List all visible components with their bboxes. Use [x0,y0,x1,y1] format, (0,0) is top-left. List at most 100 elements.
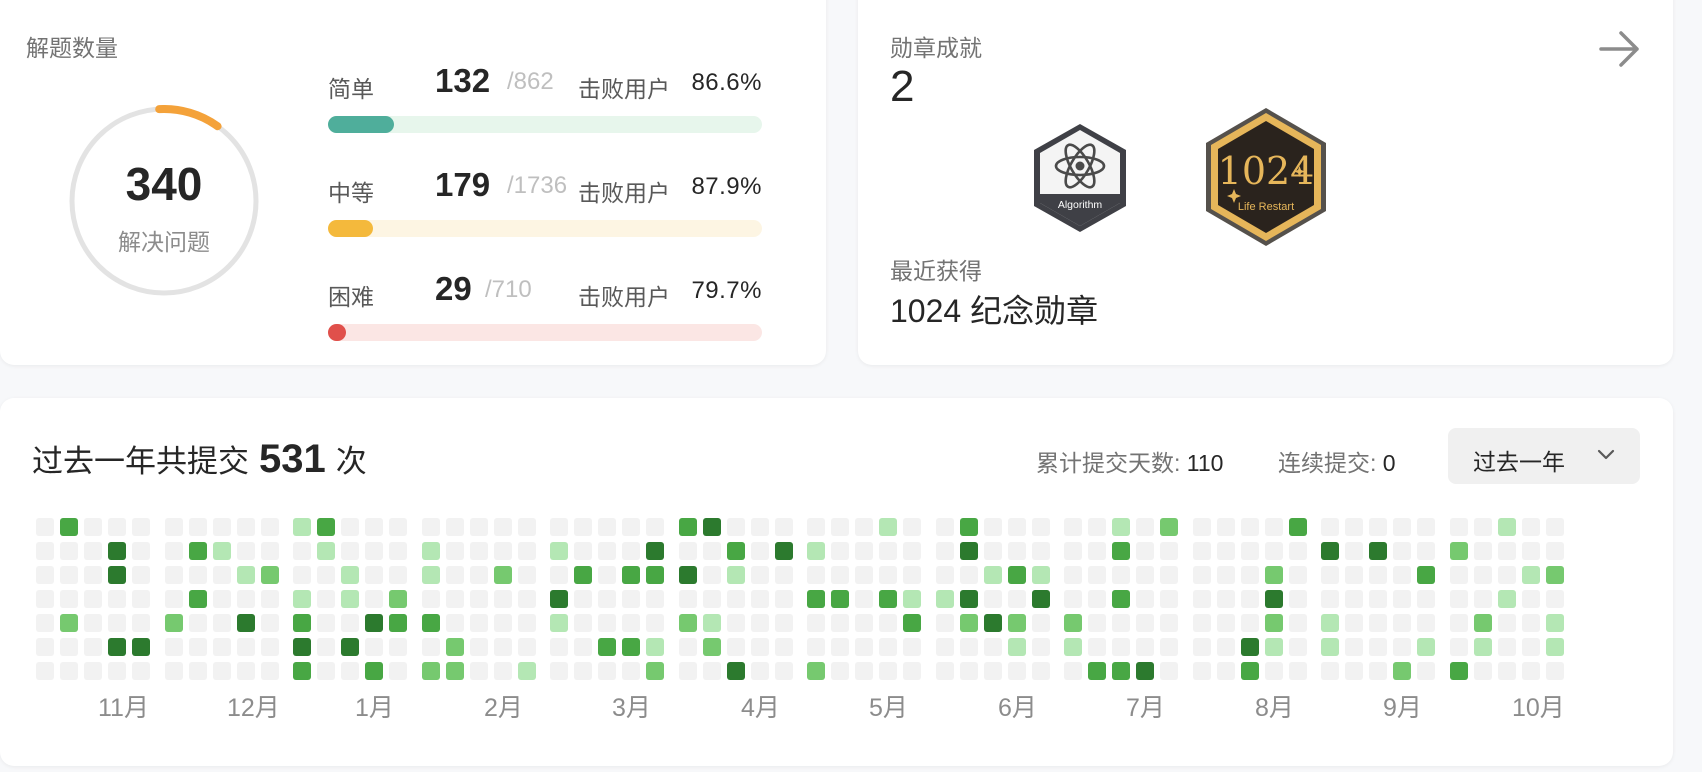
heatmap-day-cell[interactable] [1393,542,1411,560]
heatmap-day-cell[interactable] [1112,614,1130,632]
heatmap-day-cell[interactable] [261,542,279,560]
heatmap-day-cell[interactable] [389,518,407,536]
heatmap-day-cell[interactable] [1241,566,1259,584]
heatmap-day-cell[interactable] [237,566,255,584]
heatmap-day-cell[interactable] [960,518,978,536]
heatmap-day-cell[interactable] [470,638,488,656]
heatmap-day-cell[interactable] [550,614,568,632]
heatmap-day-cell[interactable] [646,590,664,608]
heatmap-day-cell[interactable] [1265,614,1283,632]
heatmap-day-cell[interactable] [341,638,359,656]
heatmap-day-cell[interactable] [679,518,697,536]
heatmap-day-cell[interactable] [518,590,536,608]
heatmap-day-cell[interactable] [1217,590,1235,608]
heatmap-day-cell[interactable] [518,614,536,632]
heatmap-day-cell[interactable] [1136,590,1154,608]
heatmap-day-cell[interactable] [60,662,78,680]
heatmap-day-cell[interactable] [36,566,54,584]
heatmap-day-cell[interactable] [1088,590,1106,608]
heatmap-day-cell[interactable] [213,590,231,608]
heatmap-day-cell[interactable] [1088,662,1106,680]
heatmap-day-cell[interactable] [261,566,279,584]
heatmap-day-cell[interactable] [550,542,568,560]
heatmap-day-cell[interactable] [132,542,150,560]
heatmap-day-cell[interactable] [807,566,825,584]
heatmap-day-cell[interactable] [317,662,335,680]
heatmap-day-cell[interactable] [84,518,102,536]
heatmap-day-cell[interactable] [60,614,78,632]
heatmap-day-cell[interactable] [1217,662,1235,680]
heatmap-day-cell[interactable] [903,566,921,584]
heatmap-day-cell[interactable] [84,638,102,656]
heatmap-day-cell[interactable] [1417,542,1435,560]
heatmap-day-cell[interactable] [1136,638,1154,656]
heatmap-day-cell[interactable] [1136,542,1154,560]
heatmap-day-cell[interactable] [1474,638,1492,656]
heatmap-day-cell[interactable] [622,662,640,680]
heatmap-day-cell[interactable] [831,614,849,632]
heatmap-day-cell[interactable] [807,542,825,560]
heatmap-day-cell[interactable] [165,590,183,608]
heatmap-day-cell[interactable] [36,542,54,560]
heatmap-day-cell[interactable] [1008,542,1026,560]
heatmap-day-cell[interactable] [1546,614,1564,632]
heatmap-day-cell[interactable] [1522,614,1540,632]
heatmap-day-cell[interactable] [108,590,126,608]
heatmap-day-cell[interactable] [446,662,464,680]
heatmap-day-cell[interactable] [132,518,150,536]
heatmap-day-cell[interactable] [598,566,616,584]
heatmap-day-cell[interactable] [550,590,568,608]
heatmap-day-cell[interactable] [1345,590,1363,608]
heatmap-day-cell[interactable] [213,614,231,632]
heatmap-day-cell[interactable] [1450,662,1468,680]
heatmap-day-cell[interactable] [317,566,335,584]
heatmap-day-cell[interactable] [237,518,255,536]
heatmap-day-cell[interactable] [36,638,54,656]
heatmap-day-cell[interactable] [679,614,697,632]
heatmap-day-cell[interactable] [165,662,183,680]
heatmap-day-cell[interactable] [1265,566,1283,584]
heatmap-day-cell[interactable] [703,638,721,656]
heatmap-day-cell[interactable] [1112,518,1130,536]
heatmap-day-cell[interactable] [1450,542,1468,560]
heatmap-day-cell[interactable] [679,566,697,584]
heatmap-day-cell[interactable] [1064,542,1082,560]
heatmap-day-cell[interactable] [84,542,102,560]
heatmap-day-cell[interactable] [1008,566,1026,584]
heatmap-day-cell[interactable] [1321,662,1339,680]
heatmap-day-cell[interactable] [703,662,721,680]
heatmap-day-cell[interactable] [775,662,793,680]
heatmap-day-cell[interactable] [1160,566,1178,584]
heatmap-day-cell[interactable] [622,590,640,608]
heatmap-day-cell[interactable] [422,662,440,680]
heatmap-day-cell[interactable] [189,638,207,656]
heatmap-day-cell[interactable] [807,614,825,632]
heatmap-day-cell[interactable] [213,518,231,536]
heatmap-day-cell[interactable] [831,638,849,656]
heatmap-day-cell[interactable] [1522,590,1540,608]
heatmap-day-cell[interactable] [879,590,897,608]
heatmap-day-cell[interactable] [1088,638,1106,656]
heatmap-day-cell[interactable] [518,638,536,656]
heatmap-day-cell[interactable] [213,662,231,680]
heatmap-day-cell[interactable] [727,638,745,656]
heatmap-day-cell[interactable] [598,662,616,680]
heatmap-day-cell[interactable] [1032,518,1050,536]
heatmap-day-cell[interactable] [1345,518,1363,536]
heatmap-day-cell[interactable] [1369,638,1387,656]
heatmap-day-cell[interactable] [1265,518,1283,536]
heatmap-day-cell[interactable] [1032,614,1050,632]
heatmap-day-cell[interactable] [646,638,664,656]
heatmap-day-cell[interactable] [213,542,231,560]
heatmap-day-cell[interactable] [1321,590,1339,608]
heatmap-day-cell[interactable] [1393,638,1411,656]
heatmap-day-cell[interactable] [1474,518,1492,536]
heatmap-day-cell[interactable] [984,542,1002,560]
heatmap-day-cell[interactable] [1498,566,1516,584]
heatmap-day-cell[interactable] [1160,662,1178,680]
heatmap-day-cell[interactable] [646,614,664,632]
heatmap-day-cell[interactable] [261,590,279,608]
heatmap-day-cell[interactable] [237,662,255,680]
heatmap-day-cell[interactable] [1217,638,1235,656]
heatmap-day-cell[interactable] [293,662,311,680]
